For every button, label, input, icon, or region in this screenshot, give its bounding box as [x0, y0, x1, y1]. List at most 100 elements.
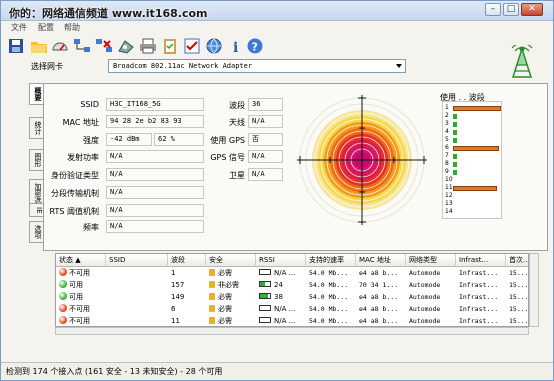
- rts-value: N/A: [106, 204, 204, 217]
- column-header[interactable]: RSSI: [256, 254, 306, 267]
- maximize-button[interactable]: □: [503, 3, 519, 16]
- vertical-tabs: 概要 统计 图形 加密选 IE 选项: [29, 83, 43, 253]
- table-cell-text: 15...: [509, 293, 529, 301]
- signal-strength-icon: [259, 281, 271, 287]
- channel-row: 6: [445, 144, 501, 152]
- toolbar: i ?: [1, 34, 553, 60]
- channel-row: 2: [445, 112, 501, 120]
- open-folder-icon[interactable]: [30, 37, 48, 55]
- table-cell: 非必需: [206, 279, 256, 291]
- table-cell-text: 必需: [218, 269, 232, 277]
- column-header[interactable]: MAC 地址: [356, 254, 406, 267]
- channel-row: 1: [445, 104, 501, 112]
- table-cell: 必需: [206, 303, 256, 315]
- frequency-value: N/A: [106, 220, 204, 233]
- table-row[interactable]: 可用 157 非必需 24 54.0 Mb... 70 34 1... Automode In…: [56, 279, 528, 291]
- column-header[interactable]: 支持的速率: [306, 254, 356, 267]
- table-cell: 38: [256, 291, 306, 303]
- table-cell: e4 a8 b...: [356, 303, 406, 315]
- gps-value: 否: [248, 133, 283, 146]
- table-cell: N/A ...: [256, 267, 306, 279]
- table-row[interactable]: 不可用 6 必需 N/A ... 54.0 Mb... e4 a8 b... Automod…: [56, 303, 528, 315]
- table-cell-text: e4 a8 b...: [359, 269, 399, 277]
- menu-help[interactable]: 帮助: [64, 22, 80, 33]
- minimize-button[interactable]: –: [485, 3, 501, 16]
- save-icon[interactable]: [7, 37, 25, 55]
- table-row[interactable]: 不可用 11 必需 N/A ... 54.0 Mb... e4 a8 b... Automo…: [56, 315, 528, 326]
- gauge-icon[interactable]: [51, 37, 69, 55]
- table-cell: Automode: [406, 291, 456, 303]
- print-icon[interactable]: [139, 37, 157, 55]
- table-row[interactable]: 可用 149 必需 38 54.0 Mb... e4 a8 b... Automode Inf…: [56, 291, 529, 303]
- menu-config[interactable]: 配置: [38, 22, 54, 33]
- column-header[interactable]: 状态 ▲: [56, 254, 106, 267]
- tab-graphs[interactable]: 图形: [29, 149, 43, 171]
- network-icon[interactable]: [73, 37, 91, 55]
- table-cell-text: Infrast...: [459, 305, 499, 313]
- table-cell-text: 24: [274, 281, 283, 289]
- signal-strength-icon: [259, 305, 271, 311]
- table-cell-text: e4 a8 b...: [359, 317, 399, 325]
- table-cell: 1: [168, 267, 206, 279]
- tab-summary[interactable]: 概要: [29, 83, 43, 105]
- table-cell: 54.0 Mb...: [306, 267, 356, 279]
- column-header[interactable]: 波段: [168, 254, 206, 267]
- fragmentation-label: 分段传输机制: [51, 189, 99, 198]
- status-dot-icon: [59, 316, 67, 324]
- column-header[interactable]: 网络类型: [406, 254, 456, 267]
- tab-options[interactable]: 选项: [29, 221, 43, 243]
- table-cell: e4 a8 b...: [356, 315, 406, 326]
- column-header[interactable]: Infrast...: [456, 254, 506, 267]
- help-icon[interactable]: ?: [246, 37, 264, 55]
- clipboard-icon[interactable]: [161, 37, 179, 55]
- table-cell-text: 11: [171, 317, 180, 325]
- lock-icon: [209, 305, 215, 312]
- signal-strength-icon: [259, 317, 271, 323]
- column-header[interactable]: 首次...: [506, 254, 528, 267]
- table-cell-text: 38: [274, 293, 283, 301]
- table-horizontal-scrollbar[interactable]: [55, 327, 529, 335]
- tab-ie[interactable]: IE: [29, 203, 43, 217]
- status-dot-icon: [59, 304, 67, 312]
- channel-row: 9: [445, 168, 501, 176]
- table-cell: Infrast...: [456, 303, 506, 315]
- table-vertical-scrollbar[interactable]: [529, 253, 539, 327]
- channel-number: 5: [445, 136, 449, 143]
- title-bar: 你的：网络通信频道 www.it168.com – □ ✕: [1, 1, 553, 21]
- menu-bar: 文件 配置 帮助: [1, 21, 553, 34]
- tab-statistics[interactable]: 统计: [29, 117, 43, 139]
- auth-label: 身份验证类型: [51, 171, 99, 180]
- checklist-icon[interactable]: [183, 37, 201, 55]
- info-icon[interactable]: i: [227, 37, 245, 55]
- channel-row: 13: [445, 200, 501, 208]
- adapter-select[interactable]: Broadcom 802.11ac Network Adapter: [108, 59, 406, 73]
- table-cell: Automode: [406, 303, 456, 315]
- antenna-label: 天线: [229, 118, 245, 127]
- table-cell-text: N/A ...: [274, 269, 296, 277]
- table-cell-text: 54.0 Mb...: [309, 281, 349, 289]
- rts-label: RTS 阈值机制: [49, 207, 99, 216]
- connect-icon[interactable]: [117, 37, 135, 55]
- lock-icon: [209, 281, 215, 288]
- table-row[interactable]: 不可用 1 必需 N/A ... 54.0 Mb... e4 a8 b... Automod…: [56, 267, 528, 279]
- table-cell-text: Infrast...: [459, 293, 499, 301]
- close-button[interactable]: ✕: [521, 3, 543, 16]
- menu-file[interactable]: 文件: [11, 22, 27, 33]
- table-cell: 11: [168, 315, 206, 326]
- column-header[interactable]: 安全: [206, 254, 256, 267]
- column-header[interactable]: SSID: [106, 254, 168, 267]
- table-cell: 不可用: [56, 315, 106, 326]
- table-cell: Infrast...: [456, 291, 506, 303]
- table-cell-text: 非必需: [218, 281, 239, 289]
- table-cell: 70 34 1...: [356, 279, 406, 291]
- network-table[interactable]: 状态 ▲ SSID 波段 安全 RSSI 支持的速率 MAC 地址 网络类型 Infrast..…: [55, 253, 529, 327]
- table-cell-text: 不可用: [69, 317, 90, 325]
- table-cell: e4 a8 b...: [356, 291, 406, 303]
- channel-row: 4: [445, 128, 501, 136]
- table-cell-text: Infrast...: [459, 269, 499, 277]
- table-cell-text: 54.0 Mb...: [309, 293, 349, 301]
- mac-label: MAC 地址: [62, 118, 99, 127]
- disconnect-icon[interactable]: [95, 37, 113, 55]
- table-cell: 必需: [206, 267, 256, 279]
- globe-icon[interactable]: [205, 37, 223, 55]
